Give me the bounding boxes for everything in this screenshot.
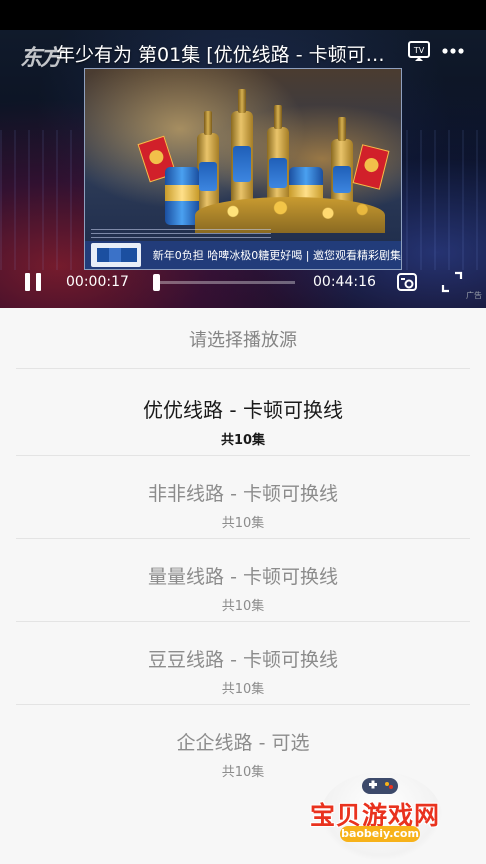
source-item-liangliang[interactable]: 量量线路 - 卡顿可换线 共10集	[16, 540, 470, 622]
gamepad-icon	[358, 772, 402, 798]
source-item-feifei[interactable]: 非非线路 - 卡顿可换线 共10集	[16, 457, 470, 539]
video-player[interactable]: 新年0负担 哈啤冰极0糖更好喝 | 邀您观看精彩剧集 东方 年少有为 第01集 …	[0, 0, 486, 308]
tv-cast-icon[interactable]: TV	[406, 38, 432, 64]
divider	[16, 621, 470, 622]
video-ad-frame[interactable]: 新年0负担 哈啤冰极0糖更好喝 | 邀您观看精彩剧集	[84, 68, 402, 270]
watermark-url: baobeiy.com	[340, 826, 420, 842]
divider	[16, 455, 470, 456]
source-episode-count: 共10集	[221, 599, 265, 614]
source-episode-count: 共10集	[220, 433, 266, 448]
channel-watermark-logo: 东方	[20, 46, 62, 71]
source-item-youyou[interactable]: 优优线路 - 卡顿可换线 共10集	[16, 372, 470, 454]
source-episode-count: 共10集	[221, 682, 265, 697]
fullscreen-icon[interactable]	[441, 271, 463, 293]
screenshot-icon[interactable]	[396, 271, 418, 293]
gold-coins-image	[195, 197, 385, 233]
svg-text:TV: TV	[413, 46, 425, 55]
divider	[16, 704, 470, 705]
seek-thumb[interactable]	[152, 274, 160, 291]
source-name: 优优线路 - 卡顿可换线	[143, 398, 343, 422]
panel-title: 请选择播放源	[189, 330, 297, 351]
source-item-doudou[interactable]: 豆豆线路 - 卡顿可换线 共10集	[16, 623, 470, 705]
source-name: 豆豆线路 - 卡顿可换线	[148, 649, 338, 671]
current-time: 00:00:17	[66, 274, 129, 290]
site-watermark: 宝贝游戏网 baobeiy.com	[306, 768, 456, 860]
more-icon[interactable]	[440, 38, 466, 64]
ad-banner-text: 新年0负担 哈啤冰极0糖更好喝 | 邀您观看精彩剧集	[152, 249, 401, 262]
player-top-bar: 东方 年少有为 第01集 [优优线路 - 卡顿可换线] TV	[0, 32, 486, 72]
red-envelope-image	[352, 144, 390, 190]
source-name: 非非线路 - 卡顿可换线	[148, 483, 338, 505]
source-name: 量量线路 - 卡顿可换线	[148, 566, 338, 588]
divider	[16, 538, 470, 539]
pause-icon[interactable]	[22, 271, 44, 293]
ad-tag: 广告	[466, 291, 482, 300]
player-controls: 00:00:17 00:44:16	[0, 262, 486, 302]
beer-can-image	[165, 167, 199, 225]
source-episode-count: 共10集	[221, 516, 265, 531]
total-time: 00:44:16	[313, 274, 376, 290]
divider	[16, 368, 470, 369]
seek-bar[interactable]	[155, 281, 295, 284]
status-bar	[0, 0, 486, 30]
source-name: 企企线路 - 可选	[176, 732, 310, 754]
video-title: 年少有为 第01集 [优优线路 - 卡顿可换线]	[56, 44, 396, 66]
